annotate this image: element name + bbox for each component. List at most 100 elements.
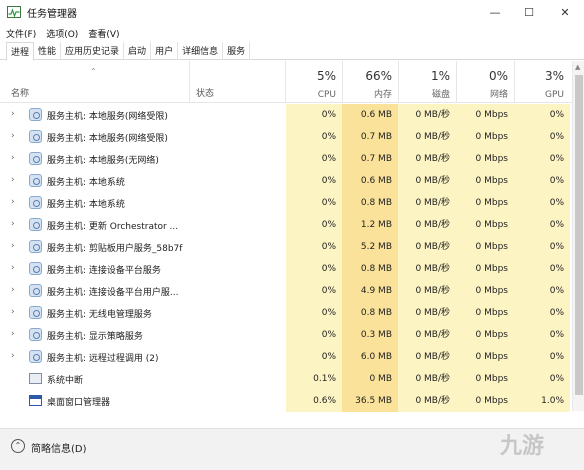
scrollbar-thumb[interactable] xyxy=(575,75,583,395)
cpu-value: 0% xyxy=(286,236,342,258)
process-name: 服务主机: 本地服务(网络受限) xyxy=(47,112,168,122)
cpu-value: 0.6% xyxy=(286,390,342,412)
memory-label: 内存 xyxy=(373,90,392,100)
memory-value: 0.7 MB xyxy=(342,126,398,148)
service-gear-icon xyxy=(29,328,42,341)
gpu-value: 0% xyxy=(514,236,570,258)
sort-up-icon: ⌃ xyxy=(90,67,97,76)
expand-chevron-icon[interactable]: › xyxy=(11,131,15,141)
service-gear-icon xyxy=(29,130,42,143)
cpu-value: 0% xyxy=(286,126,342,148)
disk-value: 0 MB/秒 xyxy=(398,324,456,346)
tab-bar: 进程 性能 应用历史记录 启动 用户 详细信息 服务 xyxy=(0,42,584,61)
menu-options[interactable]: 选项(O) xyxy=(46,27,78,40)
memory-value: 0.8 MB xyxy=(342,192,398,214)
menu-view[interactable]: 查看(V) xyxy=(88,27,119,40)
column-status[interactable]: 状态 xyxy=(196,86,214,99)
process-row[interactable]: › 服务主机: 显示策略服务 0% 0.3 MB 0 MB/秒 0 Mbps 0% xyxy=(0,324,584,346)
expand-chevron-icon[interactable]: › xyxy=(11,351,15,361)
expand-chevron-icon[interactable]: › xyxy=(11,263,15,273)
process-row[interactable]: › 服务主机: 本地服务(网络受限) 0% 0.6 MB 0 MB/秒 0 Mbps 0% xyxy=(0,104,584,126)
cpu-value: 0% xyxy=(286,346,342,368)
tab-services[interactable]: 服务 xyxy=(223,42,251,60)
service-gear-icon xyxy=(29,240,42,253)
tab-details[interactable]: 详细信息 xyxy=(178,42,224,60)
network-value: 0 Mbps xyxy=(456,236,514,258)
gpu-value: 0% xyxy=(514,368,570,390)
process-name: 服务主机: 连接设备平台服务 xyxy=(47,266,161,276)
memory-value: 5.2 MB xyxy=(342,236,398,258)
column-disk[interactable]: 1% 磁盘 xyxy=(398,61,456,103)
process-row[interactable]: › 服务主机: 剪贴板用户服务_58b7f 0% 5.2 MB 0 MB/秒 0 Mbps… xyxy=(0,236,584,258)
gpu-value: 0% xyxy=(514,280,570,302)
service-gear-icon xyxy=(29,284,42,297)
process-row[interactable]: › 服务主机: 本地服务(网络受限) 0% 0.7 MB 0 MB/秒 0 Mbps 0% xyxy=(0,126,584,148)
disk-total: 1% xyxy=(430,69,450,83)
service-gear-icon xyxy=(29,108,42,121)
column-memory[interactable]: 66% 内存 xyxy=(342,61,398,103)
expand-chevron-icon[interactable]: › xyxy=(11,175,15,185)
gpu-label: GPU xyxy=(545,90,564,100)
process-list: › 服务主机: 本地服务(网络受限) 0% 0.6 MB 0 MB/秒 0 Mbps 0% ›… xyxy=(0,104,584,412)
process-row[interactable]: › 服务主机: 连接设备平台服务 0% 0.8 MB 0 MB/秒 0 Mbps 0% xyxy=(0,258,584,280)
process-name: 服务主机: 远程过程调用 (2) xyxy=(47,354,159,364)
process-row[interactable]: › 服务主机: 本地系统 0% 0.8 MB 0 MB/秒 0 Mbps 0% xyxy=(0,192,584,214)
memory-value: 0 MB xyxy=(342,368,398,390)
process-name: 服务主机: 本地服务(无网络) xyxy=(47,156,159,166)
vertical-scrollbar[interactable]: ▲ xyxy=(572,61,584,411)
minimize-button[interactable]: — xyxy=(478,0,512,24)
expand-chevron-icon[interactable]: › xyxy=(11,329,15,339)
tab-startup[interactable]: 启动 xyxy=(124,42,152,60)
tab-processes[interactable]: 进程 xyxy=(6,42,35,61)
tab-performance[interactable]: 性能 xyxy=(34,42,62,60)
tab-app-history[interactable]: 应用历史记录 xyxy=(61,42,125,60)
network-value: 0 Mbps xyxy=(456,170,514,192)
gpu-value: 0% xyxy=(514,170,570,192)
tab-users[interactable]: 用户 xyxy=(151,42,179,60)
expand-chevron-icon[interactable]: › xyxy=(11,153,15,163)
column-gpu[interactable]: 3% GPU xyxy=(514,61,570,103)
process-row[interactable]: › 服务主机: 无线电管理服务 0% 0.8 MB 0 MB/秒 0 Mbps 0% xyxy=(0,302,584,324)
column-name[interactable]: 名称 xyxy=(11,86,29,99)
process-row[interactable]: 桌面窗口管理器 0.6% 36.5 MB 0 MB/秒 0 Mbps 1.0% xyxy=(0,390,584,412)
gpu-value: 0% xyxy=(514,126,570,148)
memory-value: 0.6 MB xyxy=(342,170,398,192)
process-row[interactable]: › 服务主机: 本地系统 0% 0.6 MB 0 MB/秒 0 Mbps 0% xyxy=(0,170,584,192)
process-row[interactable]: › 服务主机: 更新 Orchestrator ... 0% 1.2 MB 0 MB/秒… xyxy=(0,214,584,236)
title-bar: 任务管理器 — ☐ ✕ xyxy=(0,0,584,24)
column-cpu[interactable]: 5% CPU xyxy=(286,61,342,103)
process-row[interactable]: › 服务主机: 连接设备平台用户服... 0% 4.9 MB 0 MB/秒 0 Mbps 0… xyxy=(0,280,584,302)
maximize-button[interactable]: ☐ xyxy=(512,0,546,24)
column-network[interactable]: 0% 网络 xyxy=(456,61,514,103)
process-name: 系统中断 xyxy=(47,376,84,386)
process-row[interactable]: › 服务主机: 远程过程调用 (2) 0% 6.0 MB 0 MB/秒 0 Mbps 0% xyxy=(0,346,584,368)
expand-chevron-icon[interactable]: › xyxy=(11,285,15,295)
disk-value: 0 MB/秒 xyxy=(398,104,456,126)
process-name: 服务主机: 显示策略服务 xyxy=(47,332,143,342)
disk-value: 0 MB/秒 xyxy=(398,280,456,302)
system-icon xyxy=(29,372,42,385)
process-row[interactable]: › 服务主机: 本地服务(无网络) 0% 0.7 MB 0 MB/秒 0 Mbps 0% xyxy=(0,148,584,170)
cpu-label: CPU xyxy=(317,90,336,100)
expand-chevron-icon[interactable]: › xyxy=(11,109,15,119)
menu-file[interactable]: 文件(F) xyxy=(6,27,36,40)
close-button[interactable]: ✕ xyxy=(546,0,584,24)
menu-bar: 文件(F) 选项(O) 查看(V) xyxy=(0,24,584,42)
memory-value: 0.8 MB xyxy=(342,258,398,280)
expand-chevron-icon[interactable]: › xyxy=(11,241,15,251)
expand-chevron-icon[interactable]: › xyxy=(11,219,15,229)
gpu-value: 0% xyxy=(514,192,570,214)
process-name: 服务主机: 剪贴板用户服务_58b7f xyxy=(47,244,183,254)
fewer-details-button[interactable]: 简略信息(D) xyxy=(31,440,87,455)
process-name: 服务主机: 本地服务(网络受限) xyxy=(47,134,168,144)
cpu-value: 0% xyxy=(286,214,342,236)
expand-chevron-icon[interactable]: › xyxy=(11,197,15,207)
gpu-value: 0% xyxy=(514,214,570,236)
network-value: 0 Mbps xyxy=(456,214,514,236)
process-name: 服务主机: 连接设备平台用户服... xyxy=(47,288,179,298)
expand-chevron-icon[interactable]: › xyxy=(11,307,15,317)
network-value: 0 Mbps xyxy=(456,192,514,214)
collapse-chevron-icon[interactable]: ⌃ xyxy=(11,439,25,453)
scroll-up-icon[interactable]: ▲ xyxy=(575,63,580,71)
process-row[interactable]: 系统中断 0.1% 0 MB 0 MB/秒 0 Mbps 0% xyxy=(0,368,584,390)
